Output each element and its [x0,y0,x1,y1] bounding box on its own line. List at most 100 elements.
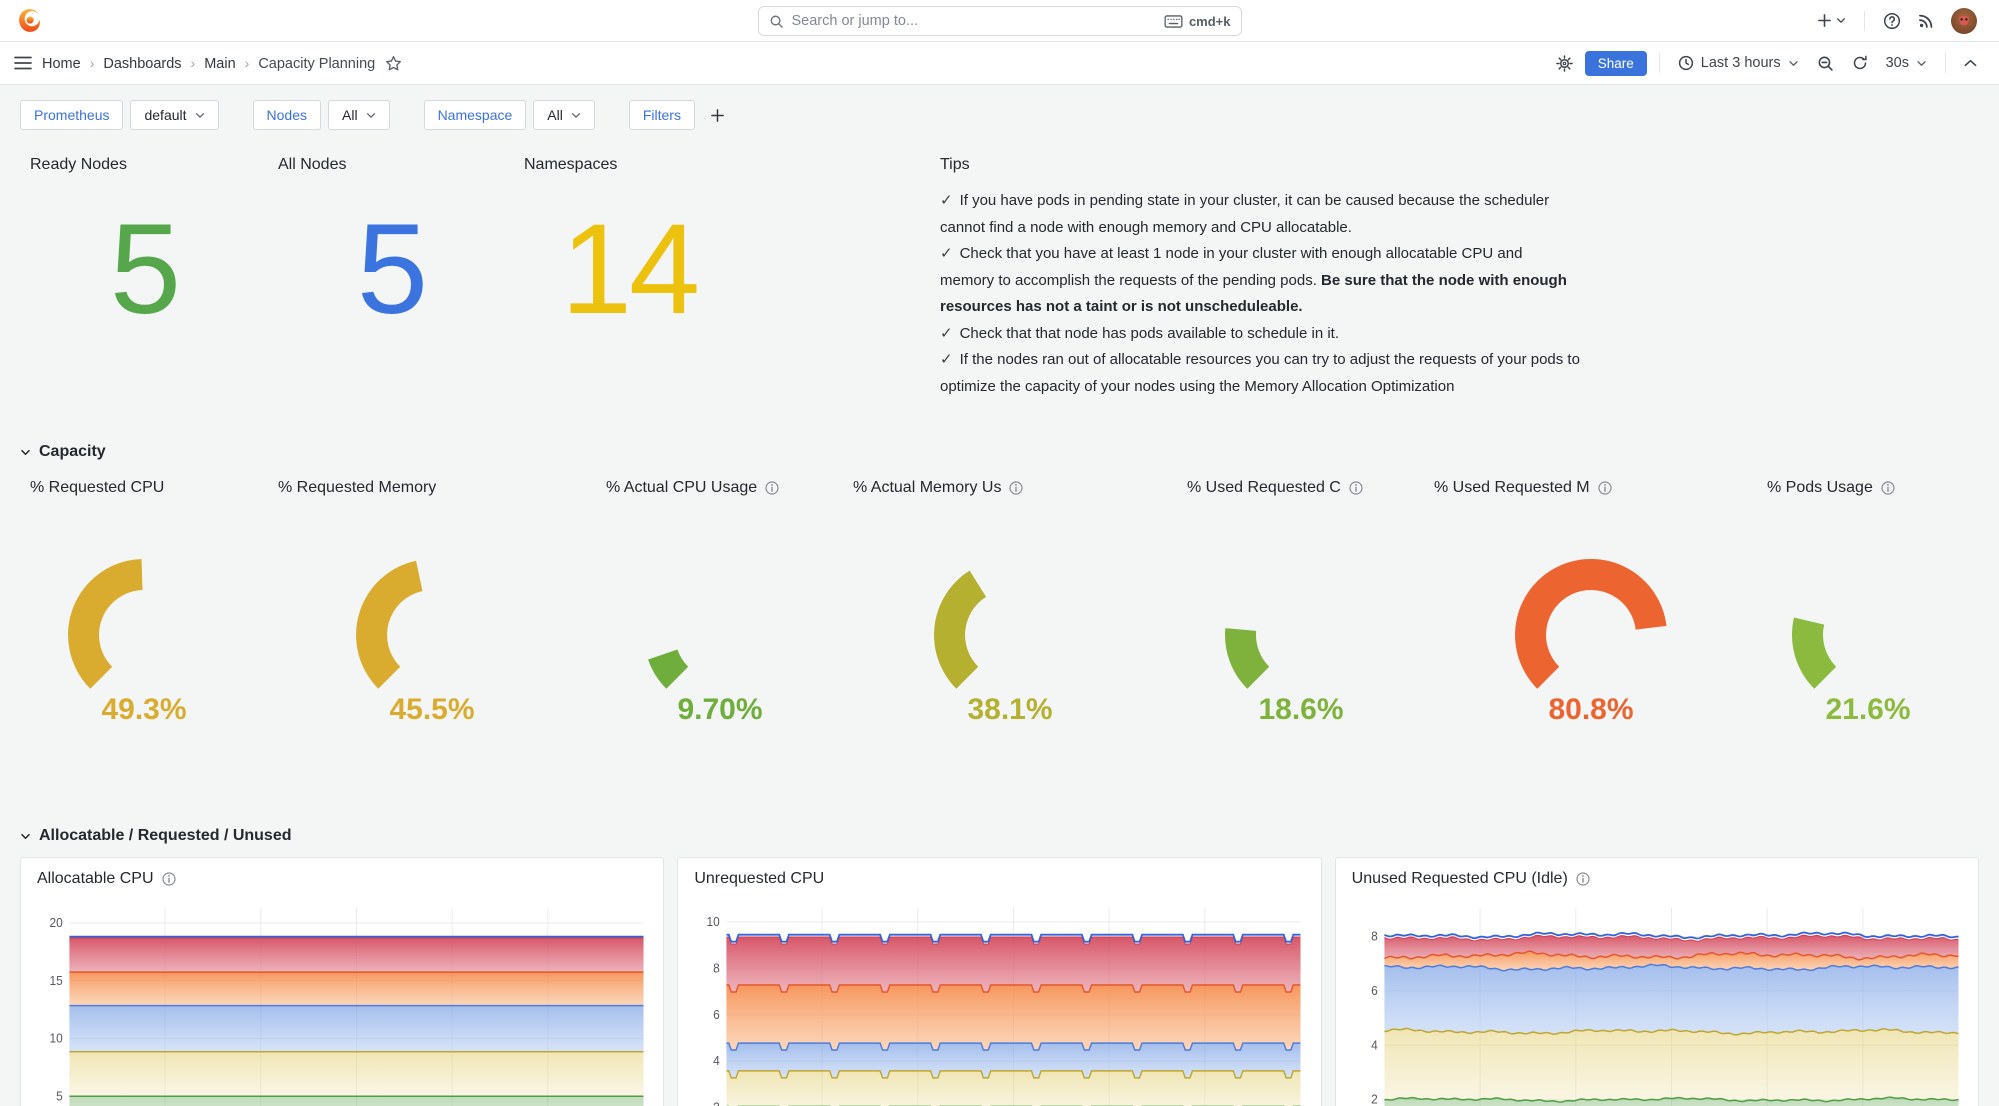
gauge-value: 80.8% [1548,693,1633,726]
svg-text:15: 15 [49,974,62,988]
dashboard-settings-button[interactable] [1548,50,1581,77]
panel-title[interactable]: % Requested Memory [278,479,436,497]
tip-item: ✓Check that that node has pods available… [940,321,1580,348]
area-chart: 108642 [694,898,1304,1106]
panel-title[interactable]: % Actual Memory Us [853,479,1001,497]
section-title: Allocatable / Requested / Unused [39,827,292,845]
search-input[interactable] [792,13,1156,29]
namespace-value: All [547,107,563,123]
panel-title[interactable]: Ready Nodes [30,156,258,174]
nodes-value: All [342,107,358,123]
panel-title[interactable]: Allocatable CPU [37,870,154,888]
nodes-label-pill[interactable]: Nodes [253,100,321,130]
filters-pill[interactable]: Filters [629,100,695,130]
gauge-chart: 18.6% [1206,543,1396,728]
gauge-value: 21.6% [1825,693,1910,726]
panel-title[interactable]: All Nodes [278,156,504,174]
svg-text:10: 10 [707,915,720,929]
gauge-chart: 21.6% [1773,543,1963,728]
divider [1864,11,1865,31]
zoom-out-button[interactable] [1809,50,1842,77]
namespace-value-dropdown[interactable]: All [533,100,595,130]
panel-title[interactable]: Tips [940,156,1971,174]
svg-text:10: 10 [49,1031,62,1045]
search-bar[interactable]: cmd+k [758,6,1242,36]
datasource-value-dropdown[interactable]: default [130,100,218,130]
share-button[interactable]: Share [1585,51,1647,76]
spacer [744,142,932,427]
user-avatar[interactable] [1945,3,1983,39]
check-icon: ✓ [940,245,953,262]
datasource-label-pill[interactable]: Prometheus [20,100,123,130]
panel-title[interactable]: Namespaces [524,156,734,174]
panel-title[interactable]: % Pods Usage [1767,479,1873,497]
namespace-label-pill[interactable]: Namespace [424,100,527,130]
section-title: Capacity [39,443,106,461]
info-icon[interactable] [1009,481,1023,495]
panel-title[interactable]: Unrequested CPU [694,870,824,888]
kiosk-mode-button[interactable] [1956,54,1985,72]
gauge-panel: % Requested CPU 49.3% [20,465,268,795]
news-icon[interactable] [1911,7,1941,35]
panel-title[interactable]: % Used Requested M [1434,479,1590,497]
check-icon: ✓ [940,192,953,209]
chevron-down-icon [1916,60,1927,67]
info-icon[interactable] [1881,481,1895,495]
gauge-arc [356,561,422,689]
chevron-down-icon [366,112,376,119]
gauge-value: 9.70% [677,693,762,726]
info-icon[interactable] [765,481,779,495]
gauge-arc [1792,618,1836,689]
breadcrumb-item[interactable]: Main [182,55,236,72]
breadcrumb-item[interactable]: Capacity Planning [236,55,376,72]
refresh-interval-dropdown[interactable]: 30s [1878,50,1935,76]
clock-icon [1678,55,1694,71]
keyboard-icon [1164,15,1183,28]
tips-panel: Tips ✓If you have pods in pending state … [932,142,1979,427]
chevron-down-icon [20,833,31,840]
gauges-row: % Requested CPU 49.3% % Requested Memory [20,465,1979,795]
stat-panel: Namespaces 14 [514,142,744,427]
panel-title[interactable]: Unused Requested CPU (Idle) [1352,870,1568,888]
gauge-panel: % Requested Memory 45.5% [268,465,596,795]
stat-panel: All Nodes 5 [268,142,514,427]
info-icon[interactable] [162,872,176,886]
stat-value: 5 [30,206,258,334]
info-icon[interactable] [1349,481,1363,495]
breadcrumb-item[interactable]: Dashboards [81,55,182,72]
divider [1945,53,1946,73]
svg-text:5: 5 [56,1089,63,1103]
help-button[interactable] [1877,7,1907,35]
keyboard-shortcut-badge: cmd+k [1164,14,1231,29]
refresh-button[interactable] [1844,50,1876,76]
gauge-panel: % Actual CPU Usage 9.70% [596,465,843,795]
gauge-chart: 38.1% [915,543,1105,728]
info-icon[interactable] [1598,481,1612,495]
stat-panel: Ready Nodes 5 [20,142,268,427]
menu-toggle-button[interactable] [14,56,32,70]
grafana-logo[interactable] [16,7,43,34]
panel-title[interactable]: % Requested CPU [30,479,164,497]
time-range-picker[interactable]: Last 3 hours [1670,50,1807,76]
timeseries-panel: Unused Requested CPU (Idle) 8642 [1335,857,1979,1106]
check-icon: ✓ [940,351,953,368]
panel-title[interactable]: % Used Requested C [1187,479,1341,497]
charts-row: Allocatable CPU 2015105 Unrequested CPU [20,857,1979,1106]
new-dashboard-button[interactable] [1811,8,1852,33]
panel-title[interactable]: % Actual CPU Usage [606,479,757,497]
svg-text:8: 8 [713,961,720,975]
gauge-arc [1224,628,1268,689]
section-row-capacity[interactable]: Capacity [20,439,1979,465]
info-icon[interactable] [1576,872,1590,886]
favorite-star-button[interactable] [385,55,402,72]
gauge-chart: 49.3% [49,543,239,728]
section-row-allocatable[interactable]: Allocatable / Requested / Unused [20,823,1979,849]
add-filter-button[interactable] [702,104,733,127]
gauge-chart: 9.70% [625,543,815,728]
shortcut-text: cmd+k [1189,14,1231,29]
gauge-panel: % Used Requested C 18.6% [1177,465,1424,795]
gauge-arc [648,650,688,689]
svg-text:2: 2 [1371,1092,1378,1106]
nodes-value-dropdown[interactable]: All [328,100,390,130]
breadcrumb-item[interactable]: Home [42,55,81,72]
